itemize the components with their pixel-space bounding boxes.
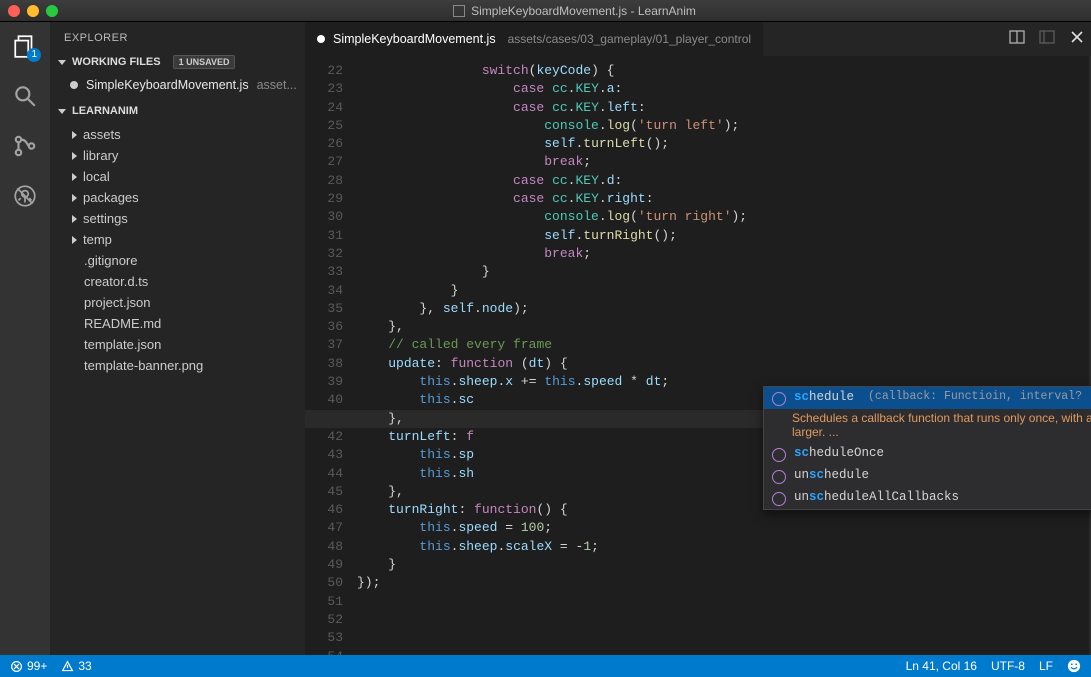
file-icon xyxy=(453,5,465,17)
file-item[interactable]: template-banner.png xyxy=(58,355,305,376)
folder-item[interactable]: packages xyxy=(58,187,305,208)
split-editor-icon[interactable] xyxy=(1009,29,1025,50)
tab-filename: SimpleKeyboardMovement.js xyxy=(333,32,496,46)
file-tree: assetslibrarylocalpackagessettingstemp.g… xyxy=(50,122,305,376)
suggest-item[interactable]: schedule(callback: Functioin, interval? … xyxy=(764,387,1091,409)
chevron-right-icon xyxy=(72,215,77,223)
folder-item[interactable]: assets xyxy=(58,124,305,145)
window-titlebar: SimpleKeyboardMovement.js - LearnAnim xyxy=(0,0,1091,22)
sidebar-explorer: EXPLORER WORKING FILES 1 UNSAVED SimpleK… xyxy=(50,22,305,655)
status-errors[interactable]: 99+ xyxy=(10,659,47,673)
chevron-right-icon xyxy=(72,152,77,160)
git-icon[interactable] xyxy=(11,132,39,160)
folder-item[interactable]: settings xyxy=(58,208,305,229)
suggest-item[interactable]: unscheduleAllCallbacks xyxy=(764,487,1091,509)
modified-dot-icon xyxy=(70,81,78,89)
file-item[interactable]: creator.d.ts xyxy=(58,271,305,292)
status-eol[interactable]: LF xyxy=(1039,659,1053,673)
folder-item[interactable]: local xyxy=(58,166,305,187)
method-icon xyxy=(772,392,786,406)
status-cursor-position[interactable]: Ln 41, Col 16 xyxy=(906,659,977,673)
status-feedback-icon[interactable] xyxy=(1067,659,1081,673)
chevron-right-icon xyxy=(72,236,77,244)
file-item[interactable]: README.md xyxy=(58,313,305,334)
chevron-right-icon xyxy=(72,173,77,181)
chevron-right-icon xyxy=(72,131,77,139)
window-title: SimpleKeyboardMovement.js - LearnAnim xyxy=(471,4,696,18)
chevron-right-icon xyxy=(72,194,77,202)
unsaved-badge: 1 UNSAVED xyxy=(173,55,236,69)
code-lines[interactable]: switch(keyCode) { case cc.KEY.a: case cc… xyxy=(357,56,1091,655)
working-file-item[interactable]: SimpleKeyboardMovement.js asset... xyxy=(50,74,305,100)
status-warnings[interactable]: 33 xyxy=(61,659,91,673)
file-item[interactable]: project.json xyxy=(58,292,305,313)
suggest-item[interactable]: unschedule xyxy=(764,465,1091,487)
line-number-gutter: 2223242526272829303132333435363738394041… xyxy=(305,56,357,655)
modified-dot-icon xyxy=(317,35,325,43)
minimize-window-icon[interactable] xyxy=(27,5,39,17)
chevron-down-icon xyxy=(58,109,66,114)
sidebar-title: EXPLORER xyxy=(50,22,305,50)
folder-item[interactable]: library xyxy=(58,145,305,166)
debug-icon[interactable] xyxy=(11,182,39,210)
explorer-badge: 1 xyxy=(27,48,41,62)
explorer-icon[interactable]: 1 xyxy=(11,32,39,60)
intellisense-popup[interactable]: schedule(callback: Functioin, interval? … xyxy=(763,386,1091,510)
project-header[interactable]: LEARNANIM xyxy=(50,100,305,122)
search-icon[interactable] xyxy=(11,82,39,110)
working-file-name: SimpleKeyboardMovement.js xyxy=(86,78,249,92)
status-bar: 99+ 33 Ln 41, Col 16 UTF-8 LF xyxy=(0,655,1091,677)
suggest-item[interactable]: scheduleOnce xyxy=(764,443,1091,465)
zoom-window-icon[interactable] xyxy=(46,5,58,17)
status-encoding[interactable]: UTF-8 xyxy=(991,659,1025,673)
code-editor[interactable]: 2223242526272829303132333435363738394041… xyxy=(305,56,1091,655)
tab-path: assets/cases/03_gameplay/01_player_contr… xyxy=(508,32,751,46)
editor-tab[interactable]: SimpleKeyboardMovement.js assets/cases/0… xyxy=(305,22,763,56)
close-tab-icon[interactable] xyxy=(1069,29,1085,50)
method-icon xyxy=(772,470,786,484)
folder-item[interactable]: temp xyxy=(58,229,305,250)
more-actions-icon[interactable] xyxy=(1039,29,1055,50)
editor-tabbar: SimpleKeyboardMovement.js assets/cases/0… xyxy=(305,22,1091,56)
close-window-icon[interactable] xyxy=(8,5,20,17)
chevron-down-icon xyxy=(58,60,66,65)
working-files-header[interactable]: WORKING FILES 1 UNSAVED xyxy=(50,50,305,74)
method-icon xyxy=(772,448,786,462)
method-icon xyxy=(772,492,786,506)
suggest-doc: Schedules a callback function that runs … xyxy=(764,409,1091,443)
file-item[interactable]: .gitignore xyxy=(58,250,305,271)
file-item[interactable]: template.json xyxy=(58,334,305,355)
activity-bar: 1 xyxy=(0,22,50,655)
editor-area: SimpleKeyboardMovement.js assets/cases/0… xyxy=(305,22,1091,655)
working-file-path-hint: asset... xyxy=(257,78,297,92)
